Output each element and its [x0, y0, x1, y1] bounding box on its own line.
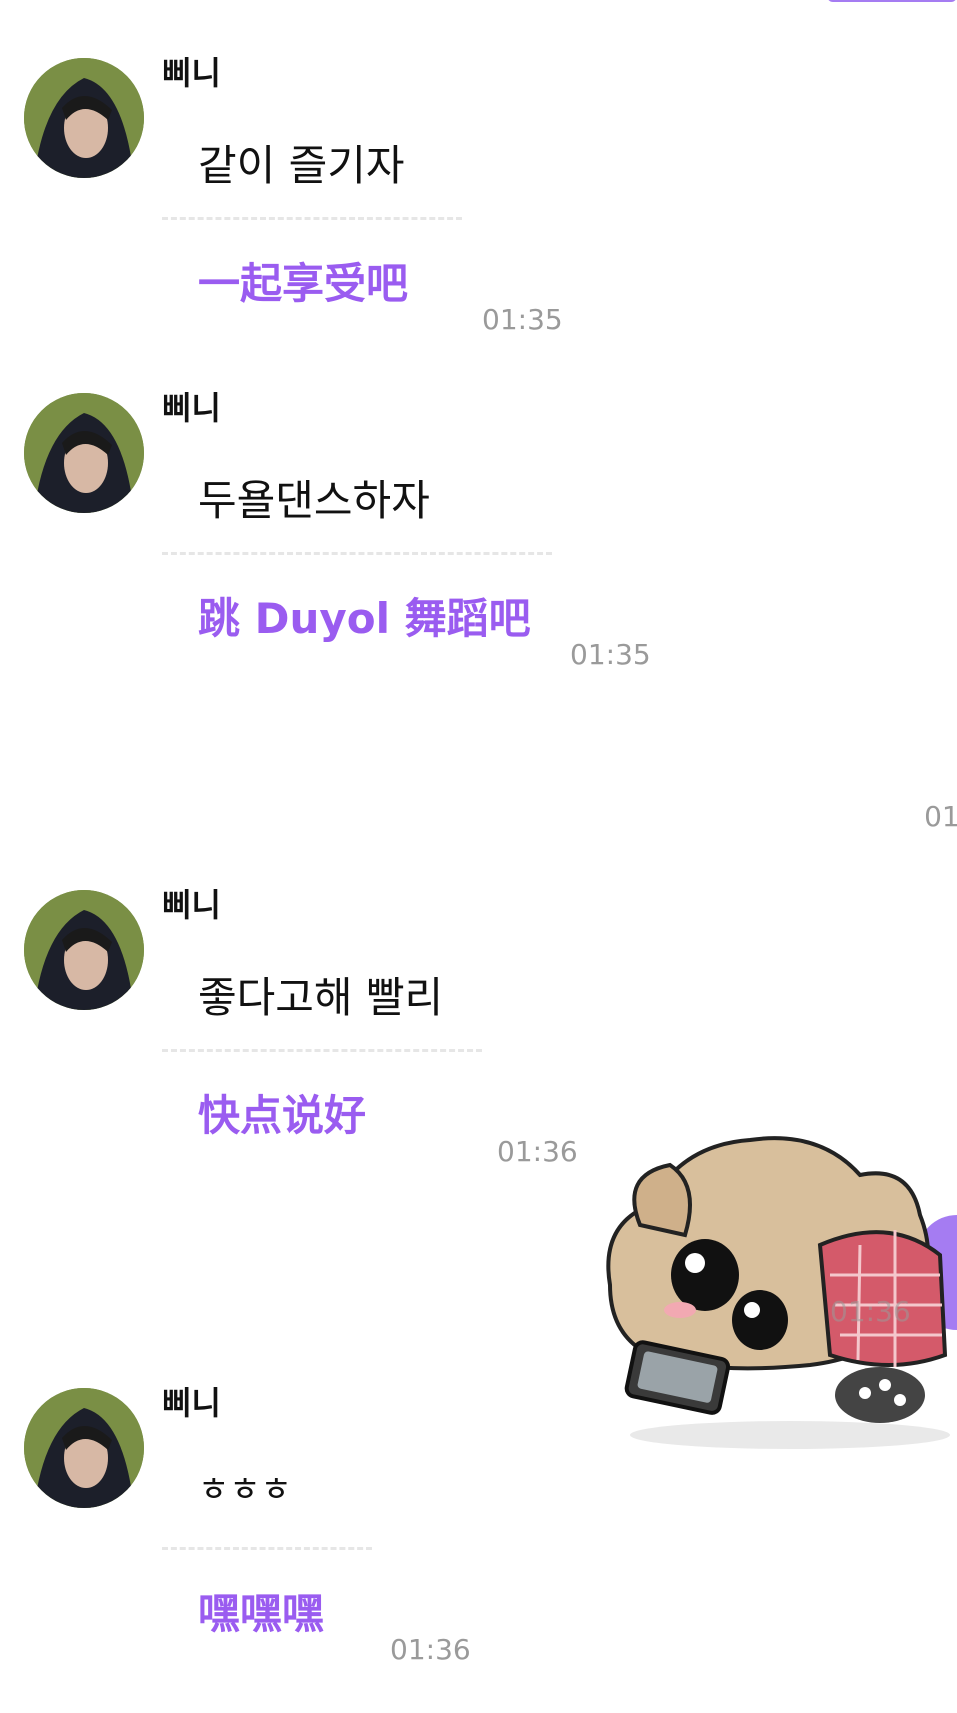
divider [162, 1049, 482, 1052]
divider [162, 1547, 372, 1550]
avatar[interactable] [24, 890, 144, 1010]
outgoing-bubble-edge [827, 0, 957, 2]
translated-text: 嘿嘿嘿 [198, 1589, 325, 1638]
translated-text: 快点说好 [198, 1091, 367, 1140]
puppy-sticker-icon[interactable] [590, 1105, 957, 1455]
avatar[interactable] [24, 1388, 144, 1508]
sender-name: 삐니 [162, 1384, 221, 1422]
sender-name: 삐니 [162, 54, 221, 92]
divider [162, 217, 462, 220]
avatar[interactable] [24, 58, 144, 178]
divider [162, 552, 552, 555]
translated-text: 跳 Duyol 舞蹈吧 [198, 594, 531, 643]
message-time: 01:35 [482, 303, 563, 336]
message-time: 01:36 [390, 1633, 471, 1666]
avatar[interactable] [24, 393, 144, 513]
sticker-time: 01:36 [830, 1295, 911, 1328]
sender-name: 삐니 [162, 886, 221, 924]
outgoing-message-time: 01:3 [924, 800, 957, 833]
translated-text: 一起享受吧 [198, 259, 409, 308]
message-text: ㅎㅎㅎ [198, 1470, 292, 1510]
message-text: 같이 즐기자 [198, 141, 405, 190]
message-text: 두욜댄스하자 [198, 476, 430, 525]
message-time: 01:35 [570, 638, 651, 671]
sender-name: 삐니 [162, 389, 221, 427]
message-text: 좋다고해 빨리 [198, 973, 444, 1022]
message-time: 01:36 [497, 1135, 578, 1168]
